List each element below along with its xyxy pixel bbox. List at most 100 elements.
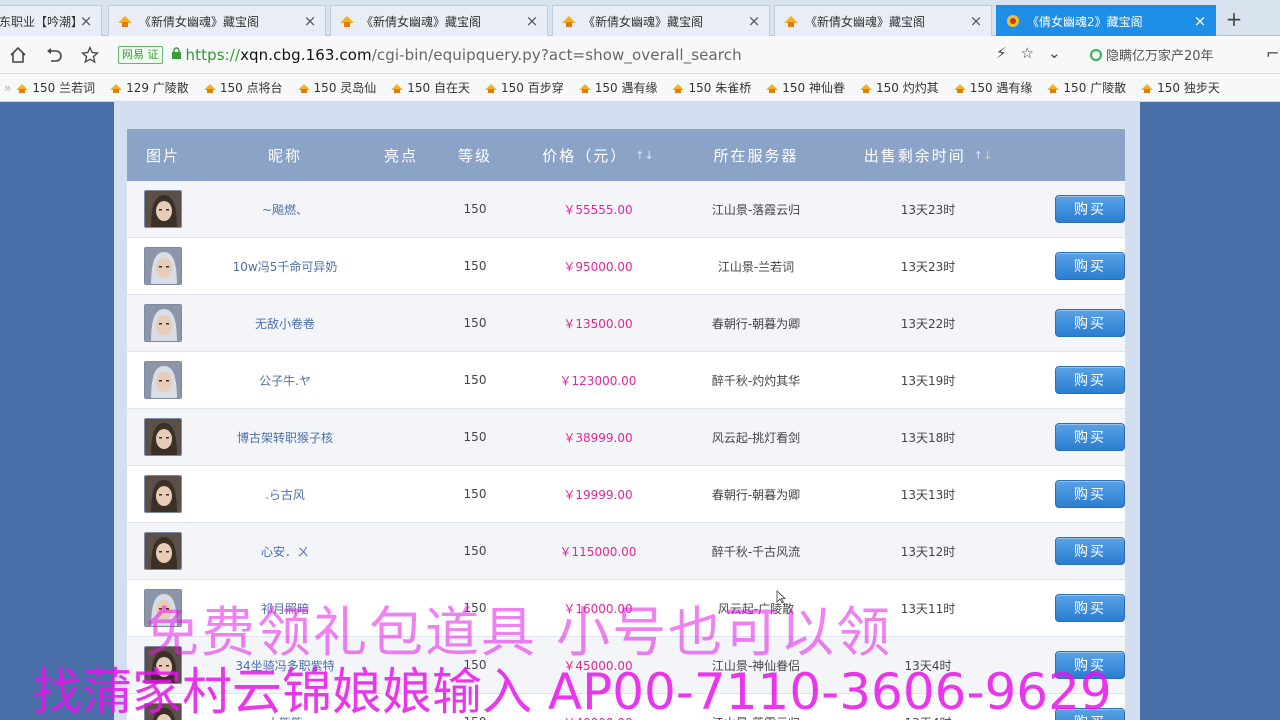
tab-1[interactable]: 东职业【吟潮】 ×	[0, 5, 102, 36]
bookmark-bar: » 150 兰若词 129 广陵散 150 点将台 150 灵岛仙 150 自在天 150 …	[0, 74, 1280, 102]
price-value: ￥123000.00	[559, 373, 637, 388]
game-icon	[784, 16, 798, 27]
close-icon[interactable]: ×	[525, 12, 539, 30]
table-row[interactable]: 无敌小卷卷 150 ￥13500.00 春朝行-朝暮为卿 13天22时 购买	[127, 295, 1125, 352]
bookmark-item[interactable]: 150 灼灼其	[859, 79, 939, 96]
bookmark-label: 150 遇有缘	[969, 81, 1033, 95]
avatar[interactable]	[144, 532, 182, 570]
close-icon[interactable]: ×	[969, 12, 983, 30]
character-name[interactable]: 无敌小卷卷	[199, 315, 371, 332]
bookmark-item[interactable]: 150 自在天	[390, 79, 470, 96]
close-icon[interactable]: ×	[79, 12, 93, 30]
character-name[interactable]: 10w冯5千命可异奶	[199, 258, 371, 275]
undo-icon	[47, 47, 62, 62]
bookmark-star-icon[interactable]: ☆	[1021, 44, 1034, 62]
avatar[interactable]	[144, 475, 182, 513]
bookmark-item[interactable]: 150 兰若词	[15, 79, 95, 96]
level-value: 150	[463, 259, 487, 273]
character-name[interactable]: .ら古风	[199, 486, 371, 503]
lightning-icon[interactable]: ⚡	[996, 44, 1007, 62]
table-row[interactable]: .ら古风 150 ￥19999.00 春朝行-朝暮为卿 13天13时 购买	[127, 466, 1125, 523]
bookmark-item[interactable]: 150 朱雀桥	[671, 79, 751, 96]
header-price[interactable]: 价格（元） ↑↓	[519, 145, 677, 166]
favorite-button[interactable]	[72, 40, 108, 70]
game-icon	[1047, 83, 1060, 93]
buy-button[interactable]: 购买	[1055, 594, 1125, 622]
buy-button[interactable]: 购买	[1055, 423, 1125, 451]
buy-button[interactable]: 购买	[1055, 195, 1125, 223]
table-row[interactable]: ~飚燃、 150 ￥55555.00 江山景-落霞云归 13天23时 购买	[127, 181, 1125, 238]
bookmark-item[interactable]: 129 广陵散	[109, 79, 189, 96]
new-tab-button[interactable]: +	[1222, 8, 1246, 32]
avatar[interactable]	[144, 304, 182, 342]
character-name[interactable]: 心安．ㄨ	[199, 543, 371, 560]
game-icon	[953, 83, 966, 93]
search-box[interactable]: 隐瞒亿万家产20年	[1090, 45, 1214, 64]
tab-6-active[interactable]: 《倩女幽魂2》藏宝阁 ×	[996, 5, 1216, 36]
bookmark-item[interactable]: 150 广陵散	[1046, 79, 1126, 96]
character-name[interactable]: 公子牛.ヤ	[199, 372, 371, 389]
price-value: ￥115000.00	[559, 544, 637, 559]
buy-cell: 购买	[1021, 480, 1125, 508]
header-price-label: 价格（元）	[542, 146, 628, 165]
game-icon	[562, 16, 576, 27]
level-value: 150	[463, 544, 487, 558]
character-name[interactable]: ~飚燃、	[199, 201, 371, 218]
buy-button[interactable]: 购买	[1055, 480, 1125, 508]
game-icon	[16, 83, 29, 93]
home-icon	[10, 46, 26, 63]
bookmark-overflow-icon[interactable]: »	[4, 81, 11, 95]
buy-button[interactable]: 购买	[1055, 366, 1125, 394]
header-level: 等级	[457, 146, 492, 165]
character-name[interactable]: 博古架转职猴子核	[199, 429, 371, 446]
bookmark-item[interactable]: 150 独步天	[1140, 79, 1220, 96]
game-icon	[118, 16, 132, 27]
buy-button[interactable]: 购买	[1055, 309, 1125, 337]
close-icon[interactable]: ×	[1193, 12, 1207, 30]
bookmark-label: 150 灼灼其	[875, 81, 939, 95]
site-verified-badge: 网易 证	[118, 46, 163, 64]
buy-cell: 购买	[1021, 366, 1125, 394]
avatar[interactable]	[144, 190, 182, 228]
bookmark-item[interactable]: 150 百步穿	[484, 79, 564, 96]
remaining-time-value: 13天19时	[900, 373, 956, 388]
table-row[interactable]: 博古架转职猴子核 150 ￥38999.00 风云起-挑灯看剑 13天18时 购买	[127, 409, 1125, 466]
tab-3[interactable]: 《新倩女幽魂》藏宝阁 ×	[330, 5, 548, 36]
sort-arrows-icon[interactable]: ↑↓	[635, 149, 653, 162]
tab-5[interactable]: 《新倩女幽魂》藏宝阁 ×	[774, 5, 992, 36]
bookmark-item[interactable]: 150 遇有缘	[578, 79, 658, 96]
bookmark-item[interactable]: 150 神仙眷	[765, 79, 845, 96]
avatar-cell	[127, 190, 199, 228]
avatar-cell	[127, 304, 199, 342]
remaining-time-value: 13天22时	[900, 316, 956, 331]
close-icon[interactable]: ×	[303, 12, 317, 30]
tab-4[interactable]: 《新倩女幽魂》藏宝阁 ×	[552, 5, 770, 36]
home-button[interactable]	[0, 40, 36, 70]
avatar[interactable]	[144, 361, 182, 399]
bookmark-item[interactable]: 150 灵岛仙	[297, 79, 376, 96]
bookmark-item[interactable]: 150 点将台	[203, 79, 283, 96]
price-value: ￥55555.00	[563, 202, 633, 217]
sidebar-toggle-icon[interactable]: ⌐	[1266, 44, 1279, 63]
server-value: 醉千秋-千古风流	[711, 544, 801, 559]
avatar[interactable]	[144, 418, 182, 456]
chevron-down-icon[interactable]: ⌄	[1048, 44, 1061, 62]
header-time[interactable]: 出售剩余时间 ↑↓	[835, 145, 1021, 166]
tab-2[interactable]: 《新倩女幽魂》藏宝阁 ×	[108, 5, 326, 36]
sort-arrows-icon[interactable]: ↑↓	[974, 149, 992, 162]
bookmark-label: 150 朱雀桥	[688, 81, 752, 95]
table-row[interactable]: 公子牛.ヤ 150 ￥123000.00 醉千秋-灼灼其华 13天19时 购买	[127, 352, 1125, 409]
buy-button[interactable]: 购买	[1055, 537, 1125, 565]
navigation-bar: 网易 证 https://xqn.cbg.163.com/cgi-bin/equ…	[0, 36, 1280, 74]
buy-button[interactable]: 购买	[1055, 252, 1125, 280]
bookmark-label: 150 遇有缘	[594, 81, 658, 95]
table-row[interactable]: 10w冯5千命可异奶 150 ￥95000.00 江山景-兰若词 13天23时 购买	[127, 238, 1125, 295]
game-icon	[297, 83, 310, 93]
bookmark-item[interactable]: 150 遇有缘	[953, 79, 1033, 96]
overlay-promo-line-2: 找蒲家村云锦娘娘输入 AP00-7110-3606-9629	[32, 663, 1112, 720]
avatar[interactable]	[144, 247, 182, 285]
undo-button[interactable]	[36, 40, 72, 70]
table-row[interactable]: 心安．ㄨ 150 ￥115000.00 醉千秋-千古风流 13天12时 购买	[127, 523, 1125, 580]
close-icon[interactable]: ×	[747, 12, 761, 30]
tab-strip: 东职业【吟潮】 × 《新倩女幽魂》藏宝阁 × 《新倩女幽魂》藏宝阁 × 《新倩女…	[0, 0, 1280, 36]
